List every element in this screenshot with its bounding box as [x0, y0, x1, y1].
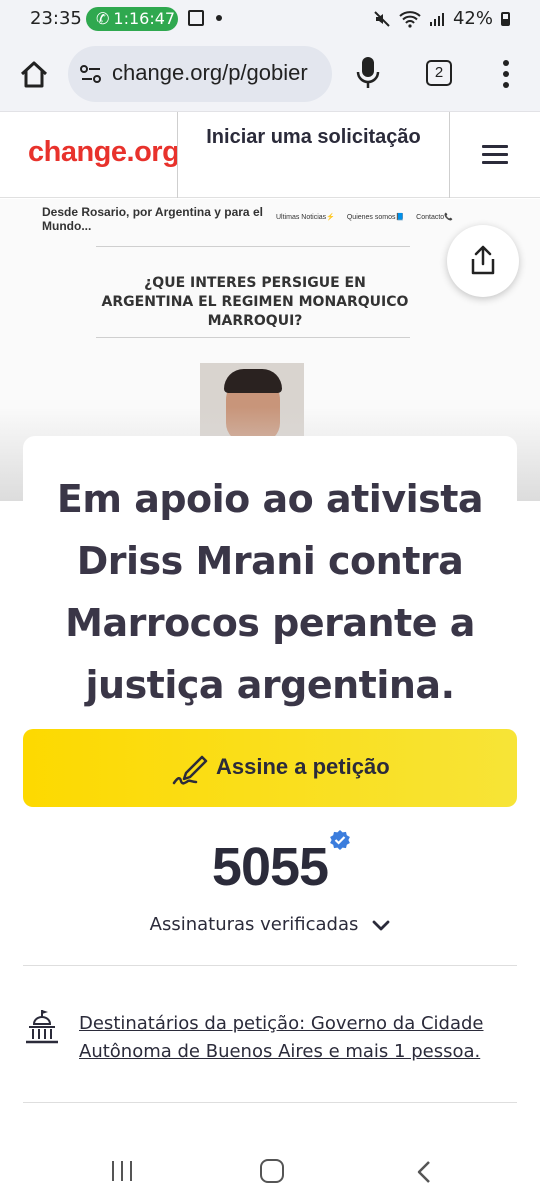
start-petition-link[interactable]: Iniciar uma solicitação: [178, 122, 449, 153]
divider: [96, 337, 410, 338]
change-logo[interactable]: change.org: [28, 136, 180, 169]
hamburger-icon[interactable]: [482, 145, 508, 165]
gallery-icon: [188, 10, 204, 26]
call-timer: 1:16:47: [113, 9, 176, 28]
blog-nav-item: Ultimas Noticias⚡: [276, 214, 335, 221]
address-bar[interactable]: change.org/p/gobier: [68, 46, 332, 102]
divider: [96, 246, 410, 247]
blog-nav: Ultimas Noticias⚡ Quienes somos📘 Contact…: [276, 213, 463, 221]
verified-signatures-toggle[interactable]: Assinaturas verificadas: [0, 914, 540, 935]
divider: [23, 1102, 517, 1103]
notification-dot: [216, 15, 222, 21]
browser-toolbar: change.org/p/gobier 2: [0, 38, 540, 112]
tabs-icon[interactable]: 2: [426, 60, 452, 86]
chevron-down-icon: [372, 920, 390, 931]
phone-icon: ✆: [96, 9, 110, 28]
back-icon[interactable]: [414, 1160, 434, 1184]
pen-signature-icon: [172, 755, 208, 785]
site-settings-icon[interactable]: [80, 64, 102, 84]
signal-icon: [429, 12, 444, 26]
petition-title: Em apoio ao ativista Driss Mrani contra …: [56, 477, 484, 707]
status-time: 23:35: [30, 8, 82, 29]
sign-petition-label: Assine a petição: [216, 754, 390, 779]
call-indicator[interactable]: ✆ 1:16:47: [86, 7, 178, 31]
petition-recipients-link[interactable]: Destinatários da petição: Governo da Cid…: [79, 1010, 499, 1066]
blog-nav-item: Quienes somos📘: [346, 214, 405, 221]
mic-icon[interactable]: [356, 56, 380, 90]
divider: [23, 965, 517, 966]
article-title: ¿QUE INTERES PERSIGUE EN ARGENTINA EL RE…: [101, 275, 409, 329]
battery-percent: 42%: [452, 8, 493, 29]
capitol-icon: [26, 1010, 58, 1044]
more-icon[interactable]: [496, 58, 516, 88]
battery-icon: [501, 11, 510, 26]
system-nav-bar: [0, 1140, 540, 1204]
mute-icon: [374, 10, 390, 27]
recent-apps-icon[interactable]: [110, 1160, 134, 1182]
sign-petition-button[interactable]: Assine a petição: [23, 729, 517, 807]
site-header: change.org Iniciar uma solicitação: [0, 112, 540, 198]
status-bar: 23:35 ✆ 1:16:47 42%: [0, 0, 540, 38]
share-button[interactable]: [447, 225, 519, 297]
share-icon: [471, 245, 495, 275]
blog-name: Desde Rosario, por Argentina y para el M…: [42, 205, 263, 233]
verified-badge-icon: [330, 830, 350, 850]
verified-signatures-label: Assinaturas verificadas: [149, 914, 359, 935]
home-icon[interactable]: [18, 58, 50, 90]
url-text[interactable]: change.org/p/gobier: [112, 60, 326, 86]
status-right: 42%: [373, 8, 510, 29]
signature-count: 5055: [211, 837, 329, 897]
blog-nav-item: Contacto📞: [416, 214, 453, 221]
wifi-icon: [399, 10, 421, 28]
nav-home-icon[interactable]: [260, 1159, 284, 1183]
header-divider: [449, 112, 450, 198]
